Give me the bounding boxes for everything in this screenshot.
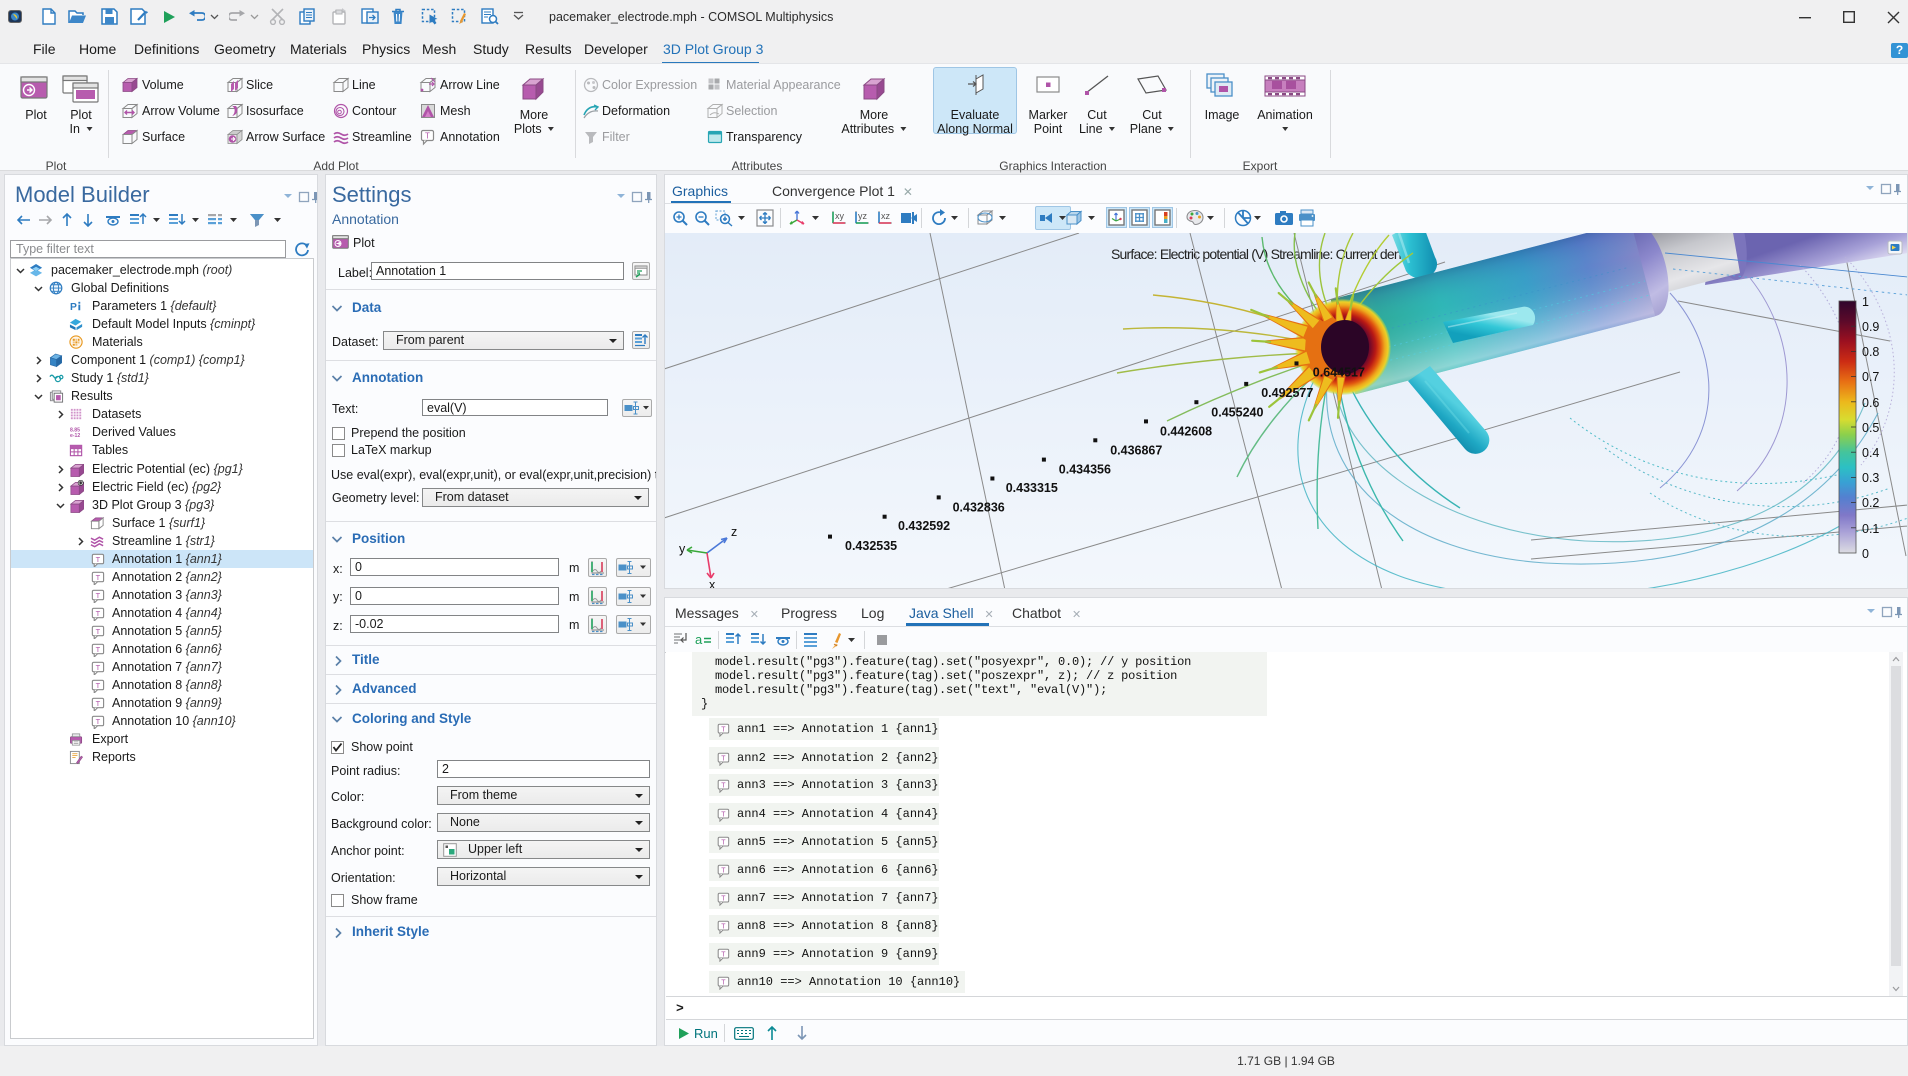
svg-text:0.432535: 0.432535: [845, 539, 897, 553]
svg-text:0.492577: 0.492577: [1261, 386, 1313, 400]
svg-text:0.1: 0.1: [1862, 522, 1879, 536]
svg-text:0.442608: 0.442608: [1160, 424, 1212, 438]
svg-text:0.455240: 0.455240: [1211, 406, 1263, 420]
svg-text:0.2: 0.2: [1862, 496, 1879, 510]
svg-text:1: 1: [1862, 295, 1869, 309]
svg-text:0.5: 0.5: [1862, 421, 1879, 435]
svg-text:0.6: 0.6: [1862, 396, 1879, 410]
svg-text:0.644517: 0.644517: [1313, 366, 1365, 380]
svg-text:a: a: [695, 632, 703, 647]
svg-text:yz: yz: [858, 211, 868, 221]
svg-text:xy: xy: [835, 211, 845, 221]
svg-text:0.433315: 0.433315: [1006, 481, 1058, 495]
svg-text:0.7: 0.7: [1862, 370, 1879, 384]
svg-text:0.432592: 0.432592: [898, 519, 950, 533]
svg-text:0.3: 0.3: [1862, 471, 1879, 485]
svg-text:0.434356: 0.434356: [1059, 463, 1111, 477]
svg-text:0.436867: 0.436867: [1110, 444, 1162, 458]
svg-text:xz: xz: [881, 211, 891, 221]
svg-text:0.4: 0.4: [1862, 446, 1879, 460]
svg-text:x: x: [709, 578, 716, 589]
svg-text:z: z: [731, 525, 737, 539]
svg-text:0.9: 0.9: [1862, 320, 1879, 334]
svg-text:y: y: [679, 542, 686, 556]
svg-text:0.432836: 0.432836: [953, 501, 1005, 515]
svg-text:0.8: 0.8: [1862, 345, 1879, 359]
svg-text:0: 0: [1862, 547, 1869, 561]
